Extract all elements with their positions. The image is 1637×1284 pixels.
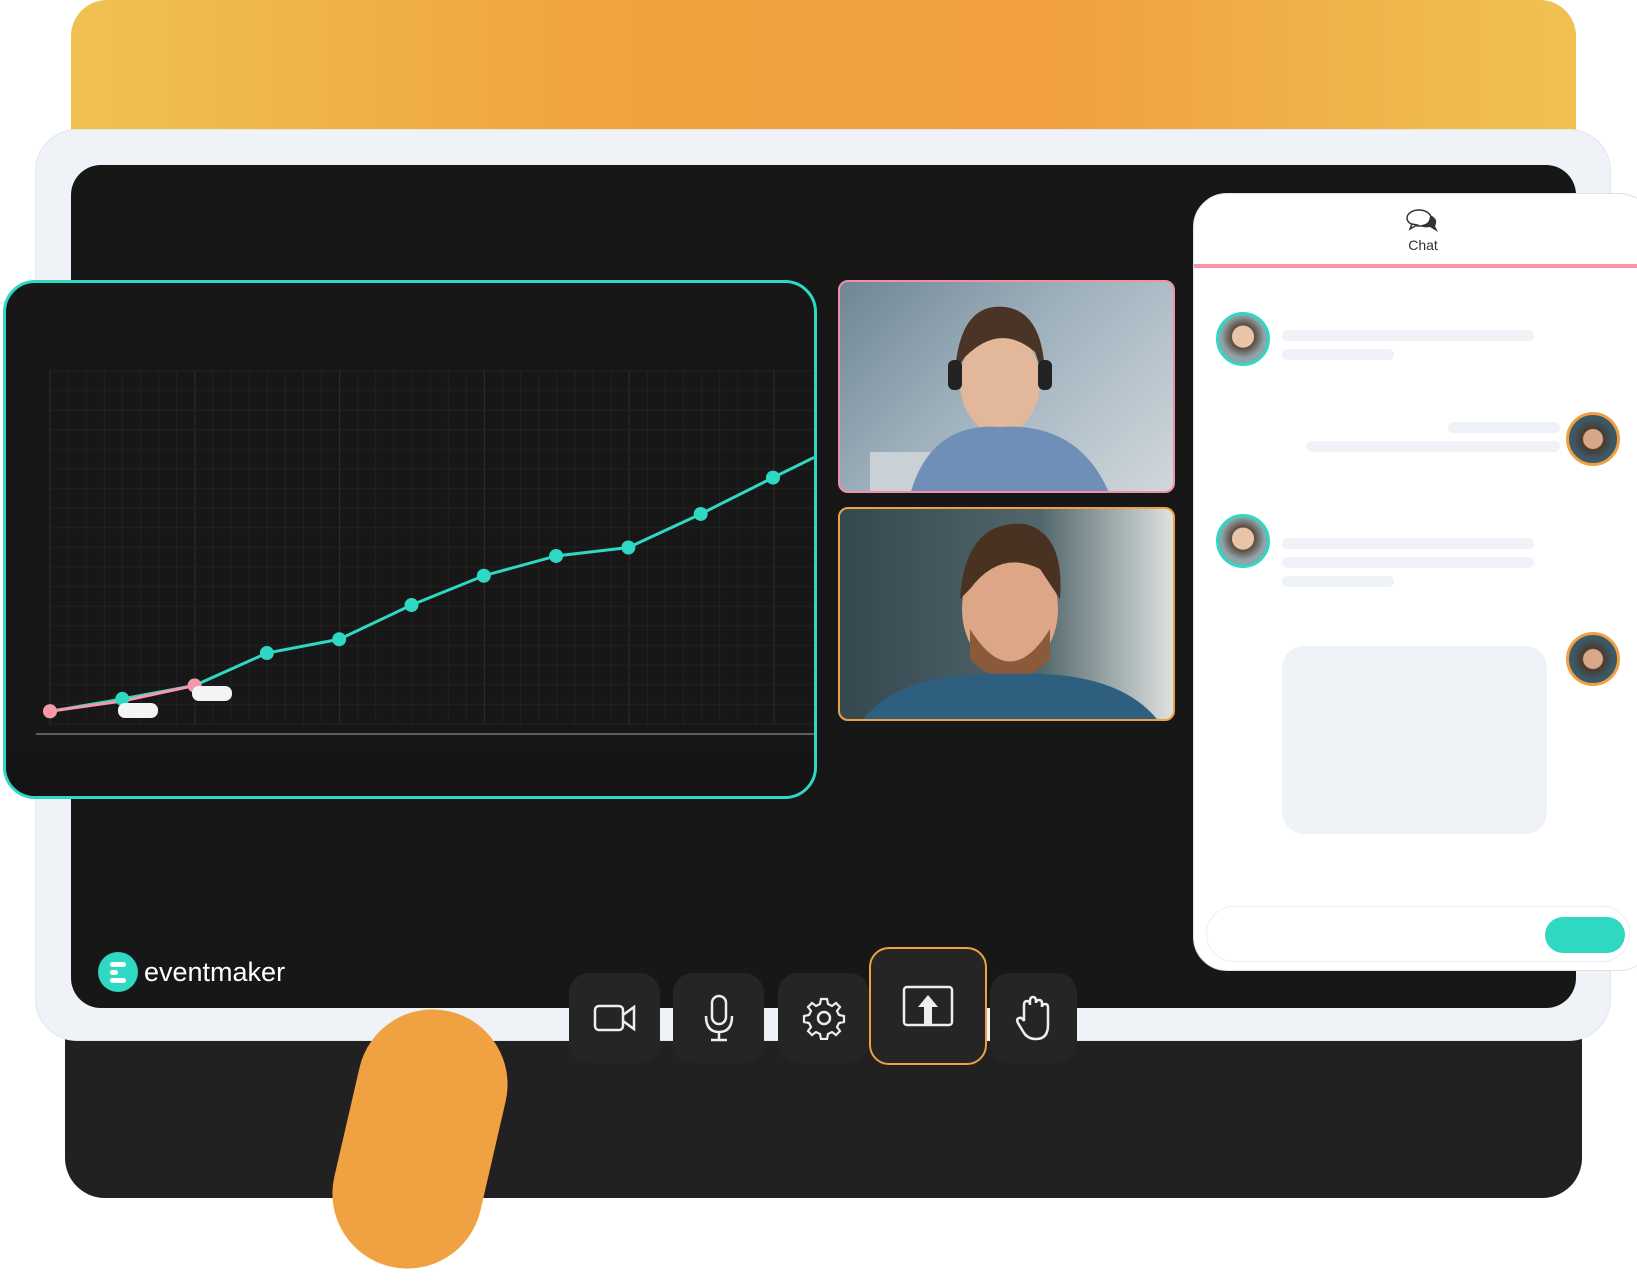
camera-button[interactable]: [569, 973, 660, 1063]
video-camera-icon: [593, 1004, 635, 1032]
participant-video-man[interactable]: [838, 507, 1175, 721]
data-point: [549, 548, 564, 563]
settings-button[interactable]: [778, 973, 869, 1063]
chart-footer: [6, 751, 814, 796]
hand-icon: [1015, 995, 1049, 1041]
data-point: [259, 646, 274, 661]
tooltip-label: [118, 703, 158, 718]
line-chart: [6, 370, 814, 796]
raise-hand-button[interactable]: [990, 973, 1077, 1063]
decorative-top-band: [71, 0, 1576, 150]
participant-photo-man: [863, 523, 1157, 719]
series-line: [49, 456, 814, 713]
logo-mark-icon: [98, 952, 138, 992]
tooltip-label: [192, 686, 232, 701]
chat-tab[interactable]: Chat: [1194, 194, 1637, 268]
participant-photo-woman: [870, 306, 1109, 491]
microphone-button[interactable]: [673, 973, 764, 1063]
avatar-man: [1566, 632, 1620, 686]
logo-text: eventmaker: [144, 956, 286, 987]
chat-title: Chat: [1408, 237, 1438, 253]
eventmaker-logo: eventmaker: [98, 952, 285, 992]
shared-screen-chart: [3, 280, 817, 799]
avatar-man: [1566, 412, 1620, 466]
chat-message-input[interactable]: [1206, 906, 1630, 962]
data-point: [476, 568, 491, 583]
microphone-icon: [704, 994, 733, 1042]
data-point: [693, 506, 708, 521]
send-button[interactable]: [1545, 917, 1625, 953]
chat-panel: Chat: [1193, 193, 1637, 971]
data-point: [332, 632, 347, 647]
avatar-woman: [1216, 514, 1270, 568]
gear-icon: [802, 997, 845, 1040]
data-point-pink: [43, 704, 57, 719]
avatar-woman: [1216, 312, 1270, 366]
chat-bubbles-icon: [1406, 209, 1438, 232]
data-point: [404, 598, 419, 613]
share-screen-button[interactable]: [869, 947, 987, 1065]
data-point: [621, 540, 636, 555]
participant-video-woman[interactable]: [838, 280, 1175, 493]
data-point: [766, 470, 780, 485]
message-bubble: [1282, 646, 1547, 834]
share-screen-icon: [902, 985, 954, 1027]
